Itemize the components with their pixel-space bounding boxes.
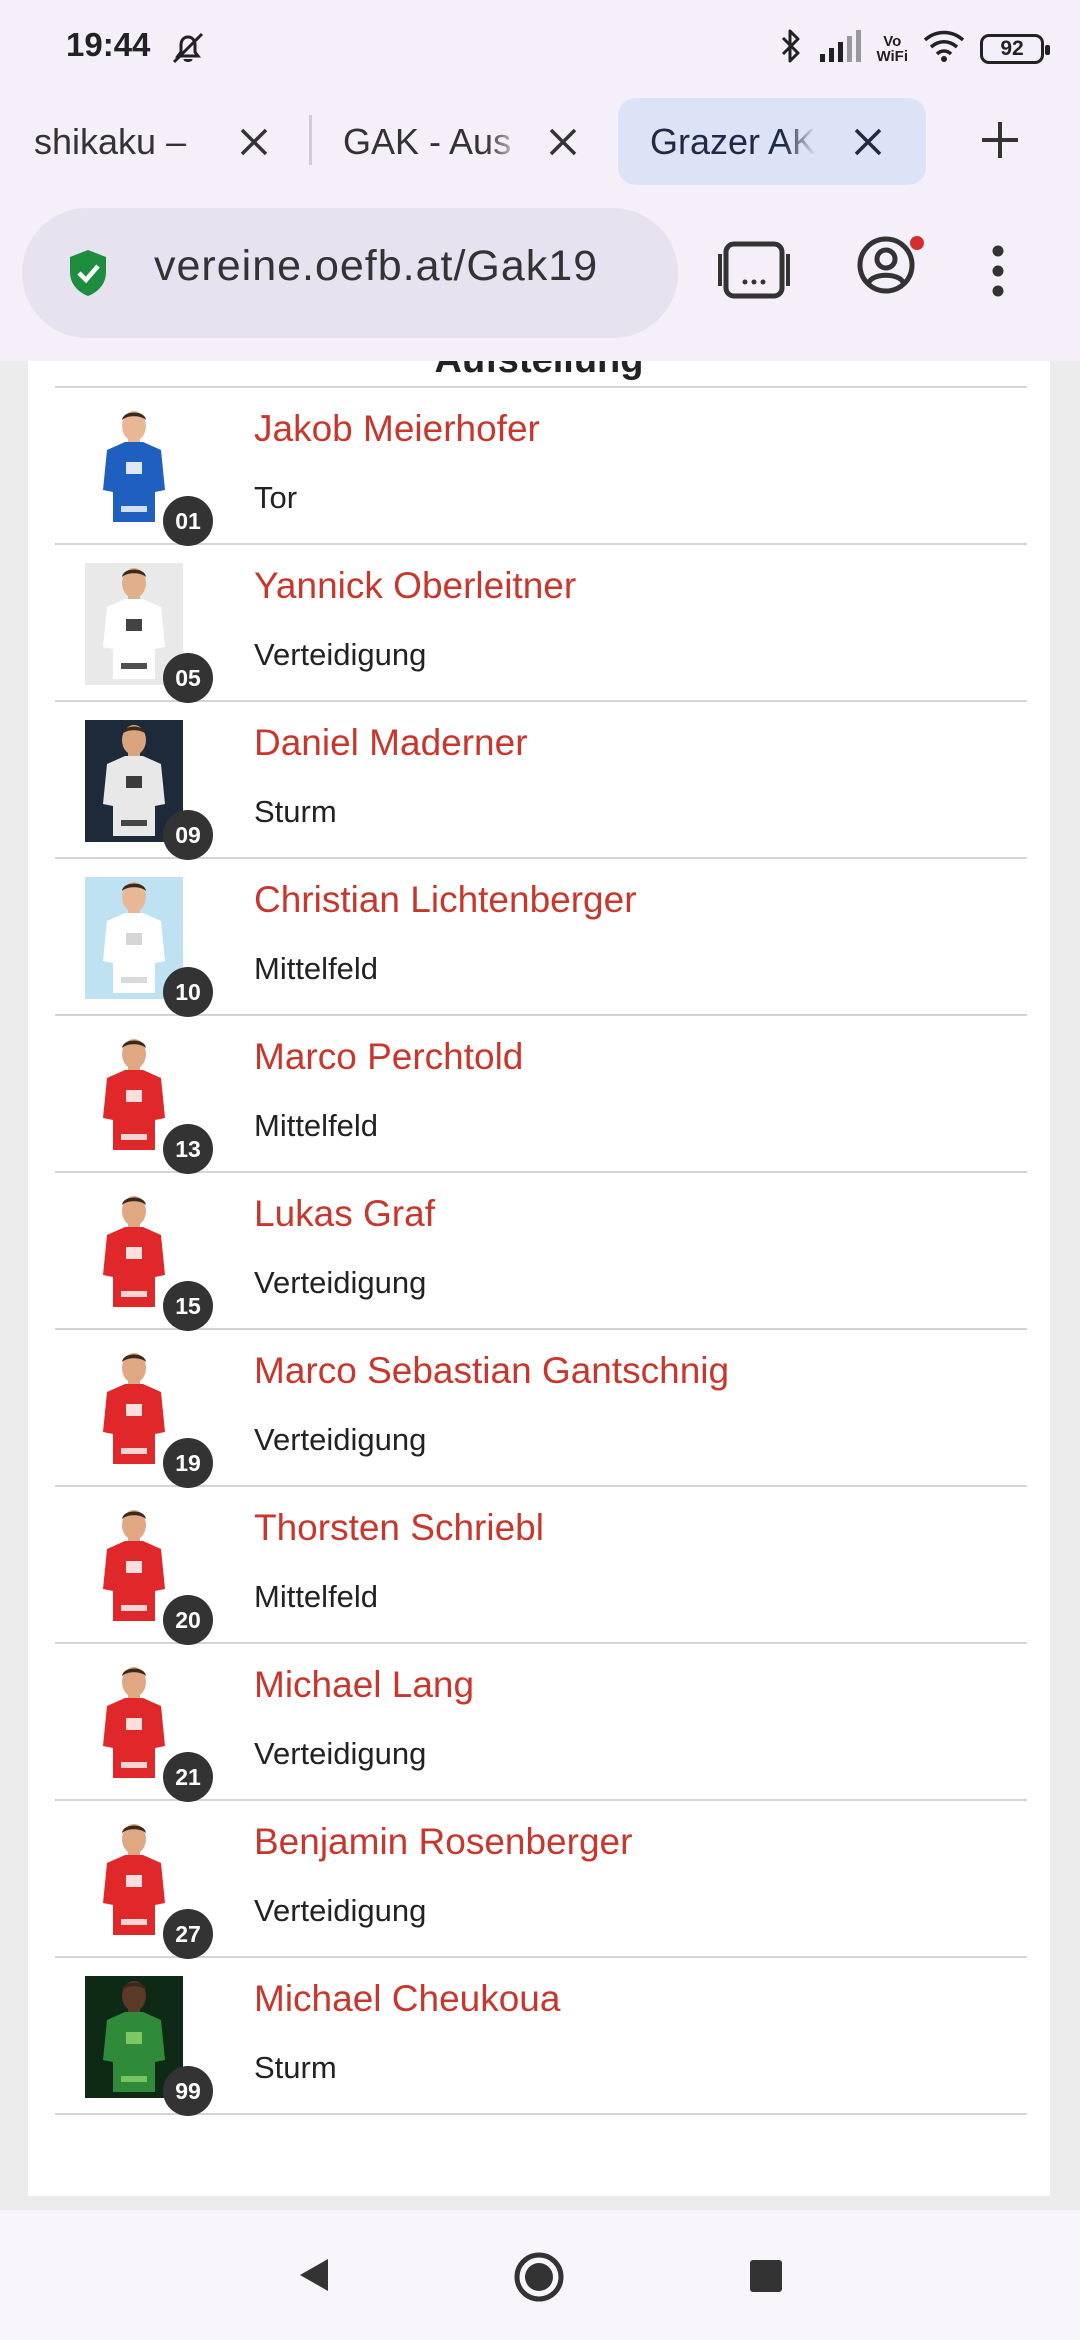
player-row[interactable]: 10 Christian Lichtenberger Mittelfeld <box>55 859 1027 1017</box>
player-position: Mittelfeld <box>254 951 379 986</box>
jersey-number-badge: 27 <box>163 1909 213 1959</box>
web-page: Aufstellung 01 Jakob Meierhofer Tor 05 Yanni… <box>0 361 1080 2210</box>
tab-shikaku[interactable]: shikaku – <box>0 98 300 185</box>
close-icon[interactable] <box>545 124 581 165</box>
battery-level: 92 <box>1000 36 1024 60</box>
jersey-number-badge: 21 <box>163 1752 213 1802</box>
lineup-card: Aufstellung 01 Jakob Meierhofer Tor 05 Yanni… <box>28 361 1050 2196</box>
tab-divider <box>309 115 312 165</box>
player-position: Tor <box>254 480 298 515</box>
player-name-link[interactable]: Marco Sebastian Gantschnig <box>254 1350 729 1392</box>
player-position: Verteidigung <box>254 637 427 672</box>
tab-strip: shikaku – GAK - Aus Grazer AK <box>0 95 1080 191</box>
tab-gak-aus[interactable]: GAK - Aus <box>320 98 610 185</box>
vowifi-label-bottom: WiFi <box>876 47 908 65</box>
player-name-link[interactable]: Marco Perchtold <box>254 1036 523 1078</box>
signal-icon <box>818 28 862 69</box>
player-position: Sturm <box>254 2050 337 2085</box>
do-not-disturb-icon <box>168 28 208 73</box>
player-list: 01 Jakob Meierhofer Tor 05 Yannick Oberleitn… <box>55 386 1027 2116</box>
player-name-link[interactable]: Michael Cheukoua <box>254 1978 560 2020</box>
player-position: Verteidigung <box>254 1265 427 1300</box>
player-position: Verteidigung <box>254 1422 427 1457</box>
player-name-link[interactable]: Jakob Meierhofer <box>254 408 540 450</box>
player-row[interactable]: 15 Lukas Graf Verteidigung <box>55 1173 1027 1331</box>
player-row[interactable]: 27 Benjamin Rosenberger Verteidigung <box>55 1801 1027 1959</box>
system-nav-bar <box>0 2210 1080 2340</box>
player-row[interactable]: 99 Michael Cheukoua Sturm <box>55 1958 1027 2116</box>
new-tab-plus-icon[interactable] <box>976 116 1024 169</box>
player-row[interactable]: 21 Michael Lang Verteidigung <box>55 1644 1027 1802</box>
jersey-number-badge: 01 <box>163 496 213 546</box>
jersey-number-badge: 15 <box>163 1281 213 1331</box>
close-icon[interactable] <box>850 124 886 165</box>
wifi-icon <box>922 28 966 69</box>
status-icons: Vo WiFi 92 <box>778 26 1050 71</box>
player-name-link[interactable]: Yannick Oberleitner <box>254 565 576 607</box>
jersey-number-badge: 99 <box>163 2066 213 2116</box>
notification-dot <box>910 236 924 250</box>
jersey-number-badge: 10 <box>163 967 213 1017</box>
player-position: Verteidigung <box>254 1893 427 1928</box>
browser-toolbar: vereine.oefb.at/Gak19 <box>0 191 1080 363</box>
status-time: 19:44 <box>66 26 151 63</box>
tab-switcher-icon[interactable] <box>718 240 790 305</box>
close-icon[interactable] <box>236 124 272 165</box>
player-name-link[interactable]: Daniel Maderner <box>254 722 528 764</box>
tab-title: GAK - Aus <box>343 120 512 162</box>
tab-title: Grazer AK <box>650 120 815 162</box>
shield-icon[interactable] <box>66 248 110 303</box>
home-icon[interactable] <box>512 2250 566 2309</box>
player-name-link[interactable]: Michael Lang <box>254 1664 474 1706</box>
address-bar[interactable]: vereine.oefb.at/Gak19 <box>22 208 678 338</box>
player-name-link[interactable]: Lukas Graf <box>254 1193 435 1235</box>
jersey-number-badge: 20 <box>163 1595 213 1645</box>
player-position: Verteidigung <box>254 1736 427 1771</box>
battery-icon: 92 <box>980 33 1050 64</box>
bluetooth-icon <box>778 26 804 71</box>
player-name-link[interactable]: Benjamin Rosenberger <box>254 1821 632 1863</box>
back-icon[interactable] <box>296 2255 332 2300</box>
jersey-number-badge: 13 <box>163 1124 213 1174</box>
vowifi-icon: Vo WiFi <box>876 34 908 64</box>
player-row[interactable]: 01 Jakob Meierhofer Tor <box>55 388 1027 546</box>
tab-title: shikaku – <box>34 120 187 162</box>
url-text: vereine.oefb.at/Gak19 <box>154 242 599 290</box>
player-name-link[interactable]: Thorsten Schriebl <box>254 1507 544 1549</box>
jersey-number-badge: 19 <box>163 1438 213 1488</box>
player-row[interactable]: 20 Thorsten Schriebl Mittelfeld <box>55 1487 1027 1645</box>
player-row[interactable]: 13 Marco Perchtold Mittelfeld <box>55 1016 1027 1174</box>
player-position: Sturm <box>254 794 337 829</box>
player-position: Mittelfeld <box>254 1579 379 1614</box>
player-position: Mittelfeld <box>254 1108 379 1143</box>
player-row[interactable]: 05 Yannick Oberleitner Verteidigung <box>55 545 1027 703</box>
tab-grazer-ak[interactable]: Grazer AK <box>618 98 926 185</box>
jersey-number-badge: 09 <box>163 810 213 860</box>
player-row[interactable]: 09 Daniel Maderner Sturm <box>55 702 1027 860</box>
player-row[interactable]: 19 Marco Sebastian Gantschnig Verteidigung <box>55 1330 1027 1488</box>
player-name-link[interactable]: Christian Lichtenberger <box>254 879 637 921</box>
section-heading: Aufstellung <box>28 361 1050 382</box>
more-options-icon[interactable] <box>990 245 1006 302</box>
recent-apps-icon[interactable] <box>748 2258 784 2299</box>
jersey-number-badge: 05 <box>163 653 213 703</box>
status-bar: 19:44 Vo WiFi 92 <box>0 0 1080 95</box>
account-icon[interactable] <box>856 235 916 300</box>
